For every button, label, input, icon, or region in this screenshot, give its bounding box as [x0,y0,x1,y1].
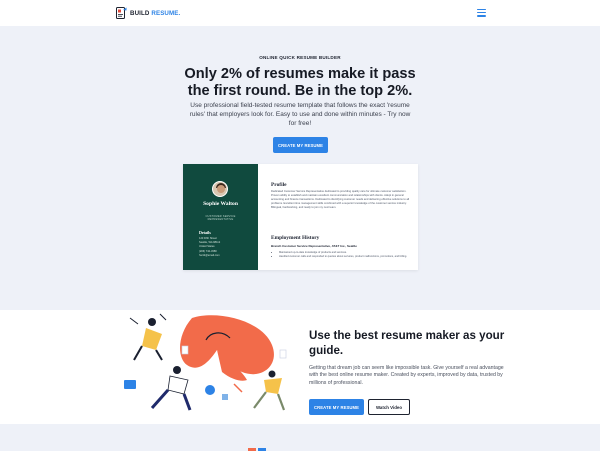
hero-eyebrow: ONLINE QUICK RESUME BUILDER [259,55,341,60]
create-resume-button[interactable]: CREATE MY RESUME [273,137,328,153]
resume-preview: Sophie Walton CUSTOMER SERVICE REPRESENT… [183,164,418,270]
hero-title: Only 2% of resumes make it pass the firs… [184,66,416,99]
section-title: Use the best resume maker as your guide. [309,329,505,357]
resume-name: Sophie Walton [203,201,238,207]
resume-details-heading: Details [199,230,211,235]
brand-logo[interactable]: BUILD RESUME. [116,7,180,19]
resume-main: Profile Dedicated Customer Service Repre… [271,164,411,270]
profile-heading: Profile [271,182,287,188]
resume-sidebar: Sophie Walton CUSTOMER SERVICE REPRESENT… [183,164,258,270]
detail-line: hw12@email.com [199,253,220,257]
flying-people-illustration [124,313,287,411]
avatar [212,181,228,197]
next-section [0,424,600,451]
list-item: Handled customer calls and responded to … [279,255,409,259]
employment-heading: Employment History [271,235,320,241]
section-description: Getting that dream job can seem like imp… [309,365,504,386]
guide-section: Use the best resume maker as your guide.… [0,310,600,424]
hero-description: Use professional field-tested resume tem… [189,102,411,127]
brand-name-part1: BUILD [130,9,150,17]
brand-name: BUILD RESUME. [130,10,180,17]
profile-text: Dedicated Customer Service Representativ… [271,190,410,210]
resume-role: CUSTOMER SERVICE REPRESENTATIVE [205,215,236,222]
hero-section: ONLINE QUICK RESUME BUILDER Only 2% of r… [0,26,600,310]
top-navbar: BUILD RESUME. [0,0,600,26]
hamburger-menu-icon[interactable] [477,9,486,17]
resume-doc-logo-icon [116,7,127,19]
resume-details: 123 Fifth Street Seattle, WA 98112 Unite… [199,237,220,258]
create-resume-button-secondary[interactable]: CREATE MY RESUME [309,399,364,415]
watch-video-button[interactable]: Watch Video [368,399,410,415]
job-bullets: Maintained up-to-date knowledge of produ… [275,251,409,259]
brand-name-part2: RESUME. [151,9,181,17]
job-title: Branch Customer Service Representative, … [271,244,357,248]
